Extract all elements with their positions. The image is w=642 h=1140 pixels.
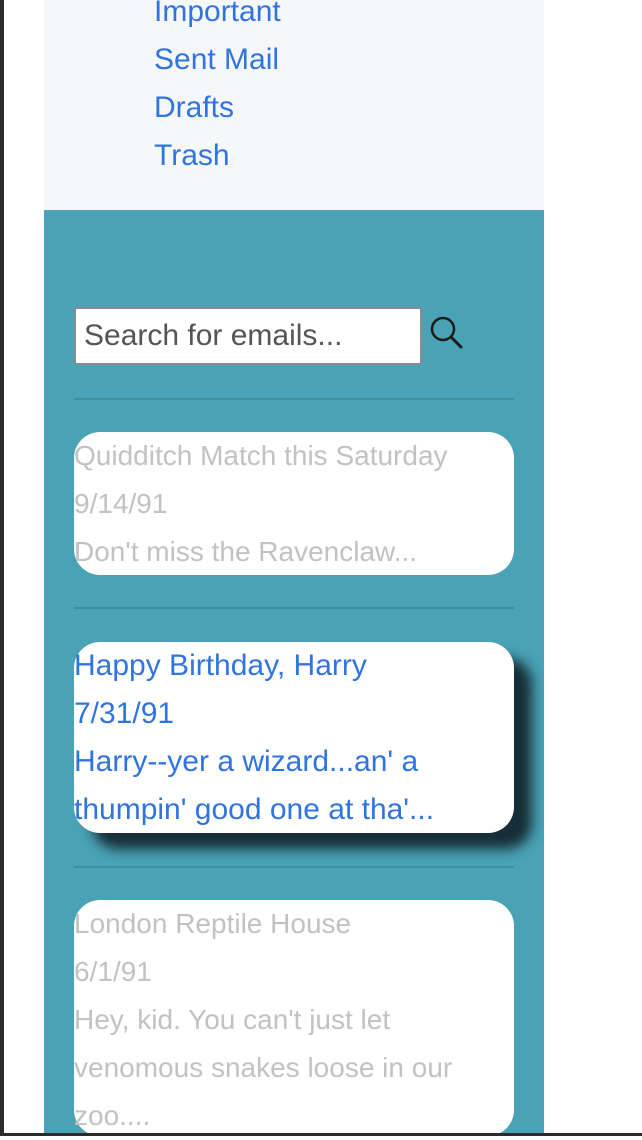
folder-nav: Important Sent Mail Drafts Trash [44, 0, 544, 210]
email-date: 7/31/91 [74, 697, 175, 730]
search-icon[interactable] [428, 314, 468, 354]
search-input[interactable] [74, 307, 422, 365]
nav-item-trash[interactable]: Trash [154, 132, 230, 180]
email-item-read[interactable]: London Reptile House 6/1/91 Hey, kid. Yo… [74, 900, 514, 1136]
window-left-border [0, 0, 4, 1136]
email-preview: Don't miss the Ravenclaw... [74, 536, 418, 567]
email-preview: Harry--yer a wizard...an' a thumpin' goo… [74, 745, 435, 826]
divider [74, 866, 514, 868]
email-subject: Quidditch Match this Saturday [74, 440, 448, 471]
email-preview: Hey, kid. You can't just let venomous sn… [74, 1004, 453, 1131]
divider [74, 607, 514, 609]
email-date: 6/1/91 [74, 956, 152, 987]
email-item-selected[interactable]: Happy Birthday, Harry 7/31/91 Harry--yer… [74, 642, 514, 833]
email-item-read[interactable]: Quidditch Match this Saturday 9/14/91 Do… [74, 432, 514, 575]
email-date: 9/14/91 [74, 488, 168, 519]
divider [74, 398, 514, 400]
nav-item-sent-mail[interactable]: Sent Mail [154, 36, 279, 84]
nav-item-important[interactable]: Important [154, 0, 281, 36]
email-subject: Happy Birthday, Harry [74, 649, 367, 682]
mail-sidebar: Important Sent Mail Drafts Trash Quiddit… [44, 0, 544, 1136]
nav-item-drafts[interactable]: Drafts [154, 84, 234, 132]
email-subject: London Reptile House [74, 908, 352, 939]
